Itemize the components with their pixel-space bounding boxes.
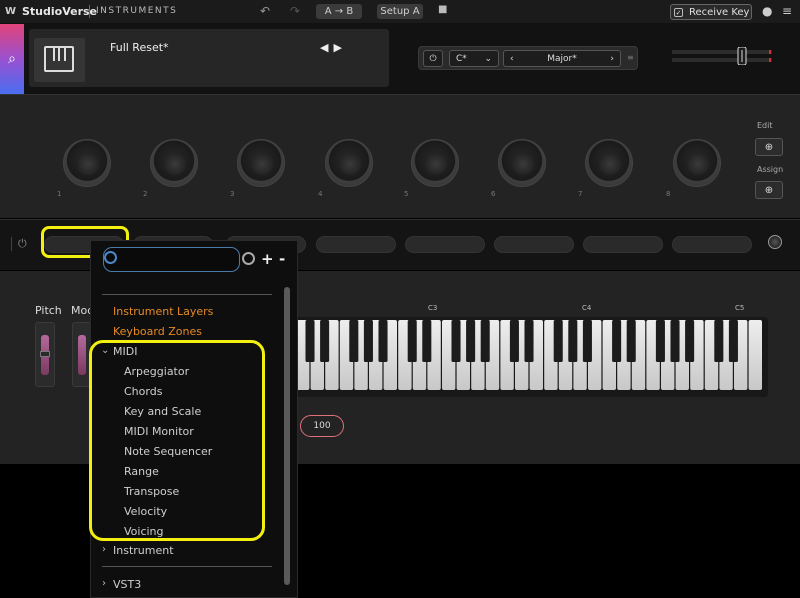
macro-knob-7[interactable]	[585, 139, 633, 187]
black-key[interactable]	[553, 320, 563, 362]
black-key[interactable]	[305, 320, 315, 362]
module-slot-5[interactable]	[405, 236, 485, 253]
black-key[interactable]	[422, 320, 432, 362]
menu-item-keyboard-zones[interactable]: Keyboard Zones	[113, 325, 202, 338]
menu-item-instrument-layers[interactable]: Instrument Layers	[113, 305, 213, 318]
save-icon[interactable]: ■	[438, 4, 447, 15]
macro-knob-2[interactable]	[150, 139, 198, 187]
macro-knob-6[interactable]	[498, 139, 546, 187]
black-key[interactable]	[670, 320, 680, 362]
menu-group-vst3[interactable]: VST3	[113, 578, 141, 591]
waves-logo-icon: W	[5, 6, 17, 17]
preset-name[interactable]: Full Reset*	[110, 41, 169, 54]
pitch-label: Pitch	[35, 304, 62, 317]
scale-list-icon[interactable]: ≡	[627, 53, 634, 62]
target-icon: ⊕	[764, 141, 774, 153]
macro-number: 4	[318, 190, 323, 198]
power-icon[interactable]: ⏻	[18, 237, 32, 251]
dropdown-scrollbar[interactable]	[284, 287, 290, 585]
remove-button[interactable]: -	[279, 250, 285, 268]
macro-knob-8[interactable]	[673, 139, 721, 187]
assign-button[interactable]: ⊕	[755, 181, 783, 199]
chevron-left-icon: ‹	[510, 53, 514, 64]
scale-select[interactable]: ‹ Major* ›	[503, 50, 621, 67]
module-slot-8[interactable]	[672, 236, 752, 253]
root-key-select[interactable]: C* ⌄	[449, 50, 499, 67]
octave-label: C4	[582, 304, 592, 312]
add-button[interactable]: +	[261, 250, 274, 268]
macro-number: 1	[57, 190, 62, 198]
black-key[interactable]	[466, 320, 476, 362]
assign-label: Assign	[757, 165, 784, 174]
keys[interactable]	[296, 320, 764, 392]
module-slot-4[interactable]	[316, 236, 396, 253]
black-key[interactable]	[363, 320, 373, 362]
black-key[interactable]	[685, 320, 695, 362]
receive-key-button[interactable]: ✓ Receive Key	[670, 4, 752, 20]
macro-knob-5[interactable]	[411, 139, 459, 187]
black-key[interactable]	[509, 320, 519, 362]
receive-key-label: Receive Key	[689, 6, 750, 18]
preset-nav-arrows[interactable]: ◀▶	[320, 41, 347, 54]
black-key[interactable]	[407, 320, 417, 362]
title-divider	[89, 5, 90, 18]
black-key[interactable]	[612, 320, 622, 362]
macro-knob-4[interactable]	[325, 139, 373, 187]
edit-label: Edit	[757, 121, 773, 130]
app-title: StudioVerse	[22, 5, 98, 18]
black-key[interactable]	[320, 320, 330, 362]
macro-number: 2	[143, 190, 148, 198]
highlight-midi-annotation	[89, 340, 265, 541]
macro-number: 5	[404, 190, 409, 198]
setup-button[interactable]: Setup A	[377, 4, 423, 19]
search-icon	[104, 251, 117, 264]
macro-knob-3[interactable]	[237, 139, 285, 187]
badge-icon[interactable]	[242, 252, 255, 265]
chevron-right-icon: ›	[610, 53, 614, 64]
browser-search-button[interactable]: ⌕	[0, 24, 24, 94]
black-key[interactable]	[728, 320, 738, 362]
user-icon[interactable]: ●	[762, 4, 772, 18]
dropdown-search-input[interactable]	[103, 247, 240, 272]
chevron-right-icon: ›	[102, 578, 106, 589]
macro-knob-1[interactable]	[63, 139, 111, 187]
module-slot-7[interactable]	[583, 236, 663, 253]
edit-button[interactable]: ⊕	[755, 138, 783, 156]
ab-compare-button[interactable]: A → B	[316, 4, 362, 19]
target-icon: ⊕	[764, 184, 774, 196]
slot-knob[interactable]	[768, 235, 782, 249]
menu-group-instrument[interactable]: Instrument	[113, 544, 174, 557]
output-level-meter[interactable]	[672, 47, 772, 65]
undo-icon[interactable]: ↶	[260, 4, 270, 18]
redo-icon[interactable]: ↷	[290, 4, 300, 18]
octave-label: C5	[735, 304, 745, 312]
divider	[102, 294, 272, 295]
module-slot-6[interactable]	[494, 236, 574, 253]
black-key[interactable]	[568, 320, 578, 362]
black-key[interactable]	[451, 320, 461, 362]
section-title: INSTRUMENTS	[96, 6, 178, 16]
menu-icon[interactable]: ≡	[782, 4, 792, 18]
black-key[interactable]	[349, 320, 359, 362]
octave-label: C3	[428, 304, 438, 312]
search-icon: ⌕	[8, 51, 16, 67]
black-key[interactable]	[582, 320, 592, 362]
black-key[interactable]	[480, 320, 490, 362]
black-key[interactable]	[714, 320, 724, 362]
macro-number: 3	[230, 190, 235, 198]
checkbox-icon: ✓	[674, 7, 683, 17]
white-key[interactable]	[748, 320, 762, 390]
macro-number: 6	[491, 190, 496, 198]
macro-number: 7	[578, 190, 583, 198]
black-key[interactable]	[524, 320, 534, 362]
key-power-button[interactable]: ⏻	[423, 50, 443, 67]
chevron-right-icon: ›	[102, 544, 106, 555]
black-key[interactable]	[626, 320, 636, 362]
macro-number: 8	[666, 190, 671, 198]
divider	[102, 566, 272, 567]
velocity-value[interactable]: 100	[300, 415, 344, 437]
black-key[interactable]	[378, 320, 388, 362]
black-key[interactable]	[655, 320, 665, 362]
chevron-down-icon: ⌄	[484, 53, 492, 64]
